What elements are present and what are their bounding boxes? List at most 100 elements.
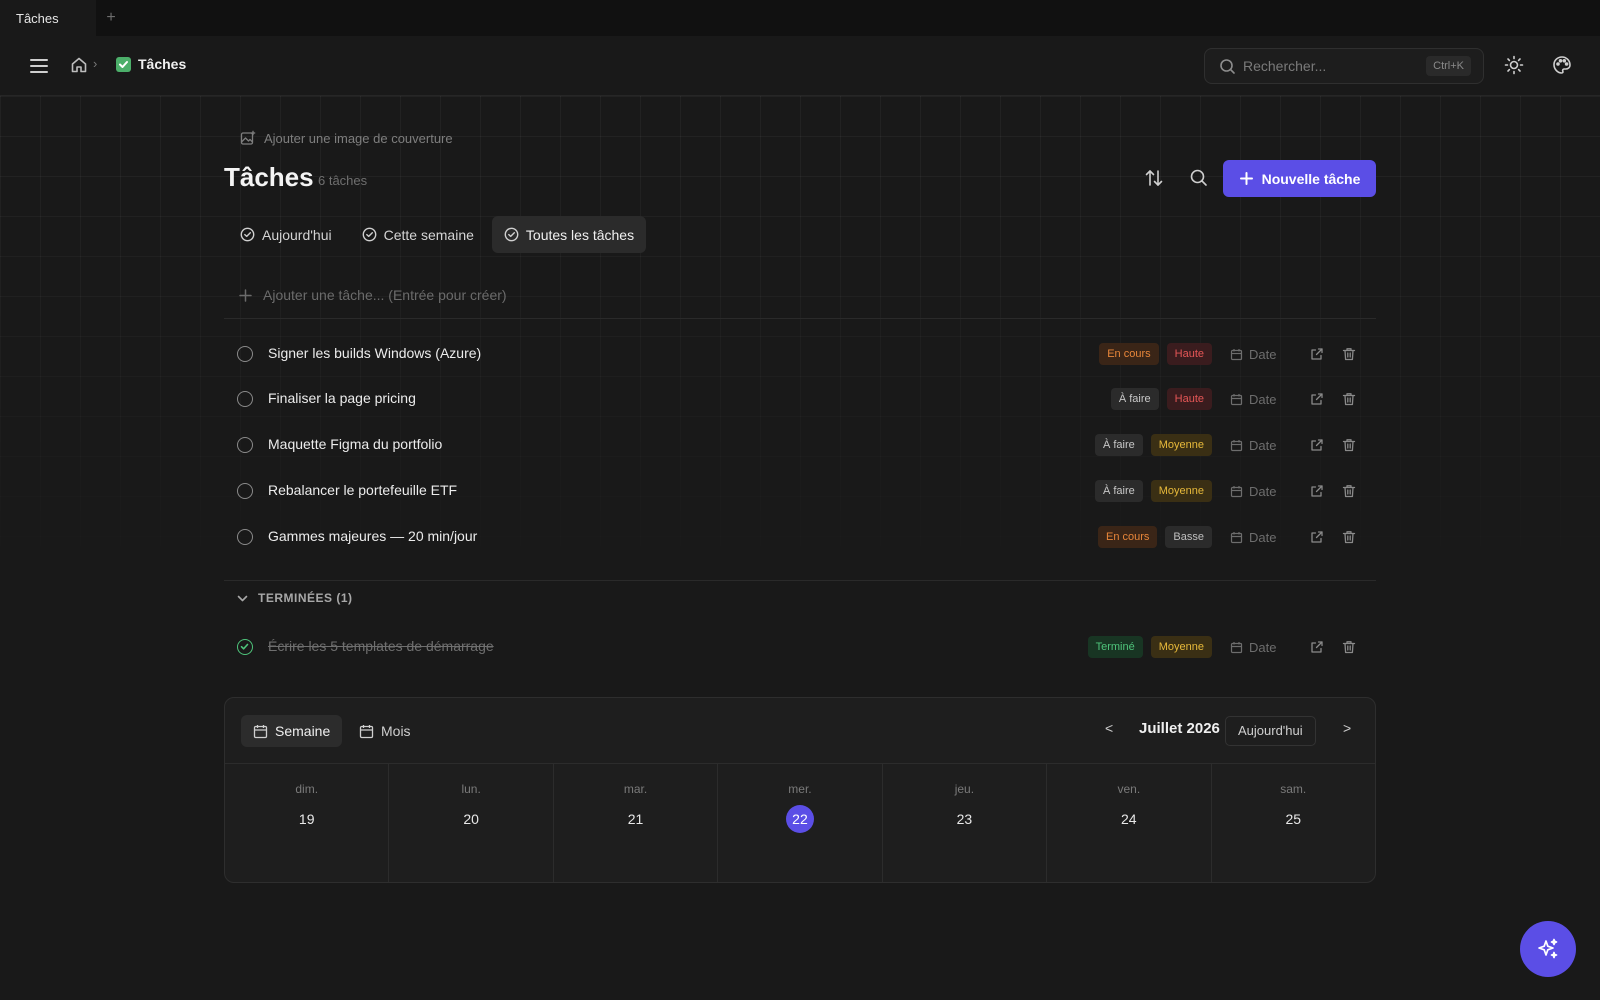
open-external-icon[interactable] — [1310, 392, 1324, 406]
divider — [224, 318, 1376, 319]
task-title[interactable]: Finaliser la page pricing — [268, 390, 416, 406]
sun-icon[interactable] — [1504, 55, 1524, 75]
task-meta: À faire Haute Date — [1110, 388, 1376, 410]
date-picker[interactable]: Date — [1230, 438, 1292, 453]
task-title[interactable]: Gammes majeures — 20 min/jour — [268, 528, 477, 544]
hamburger-icon[interactable] — [28, 55, 50, 77]
task-row[interactable]: Rebalancer le portefeuille ETF À faire M… — [224, 471, 1376, 511]
task-meta: Terminé Moyenne Date — [1087, 636, 1376, 658]
calendar-day-today[interactable]: mer. 22 — [718, 764, 883, 882]
task-row[interactable]: Gammes majeures — 20 min/jour En cours B… — [224, 517, 1376, 557]
status-badge[interactable]: À faire — [1094, 480, 1143, 502]
search-icon[interactable] — [1189, 168, 1208, 187]
sparkles-icon — [1536, 937, 1560, 961]
open-external-icon[interactable] — [1310, 347, 1324, 361]
task-title[interactable]: Écrire les 5 templates de démarrage — [268, 638, 494, 654]
calendar-day[interactable]: mar. 21 — [554, 764, 719, 882]
palette-icon[interactable] — [1552, 55, 1572, 75]
filter-tab-all[interactable]: Toutes les tâches — [491, 216, 647, 253]
status-badge[interactable]: En cours — [1099, 343, 1159, 365]
calendar-day[interactable]: dim. 19 — [225, 764, 390, 882]
task-row[interactable]: Finaliser la page pricing À faire Haute … — [224, 379, 1376, 419]
task-meta: En cours Basse Date — [1098, 526, 1376, 548]
day-number: 21 — [627, 811, 644, 827]
new-task-button[interactable]: Nouvelle tâche — [1223, 160, 1376, 197]
completed-section-toggle[interactable]: TERMINÉES (1) — [236, 591, 353, 605]
global-search[interactable]: Ctrl+K — [1204, 48, 1484, 84]
task-meta: À faire Moyenne Date — [1094, 434, 1376, 456]
calendar-days: dim. 19 lun. 20 mar. 21 mer. 22 jeu. 23 … — [225, 764, 1375, 882]
date-label: Date — [1249, 639, 1277, 655]
ai-assistant-button[interactable] — [1520, 921, 1576, 977]
priority-badge[interactable]: Moyenne — [1150, 434, 1212, 456]
calendar-day[interactable]: ven. 24 — [1047, 764, 1212, 882]
calendar-icon — [253, 724, 268, 739]
browser-tab[interactable]: Tâches — [0, 0, 96, 36]
task-row-completed[interactable]: Écrire les 5 templates de démarrage Term… — [224, 627, 1376, 667]
task-checkbox[interactable] — [237, 391, 253, 407]
task-checkbox-checked[interactable] — [237, 639, 253, 655]
calendar-prev-button[interactable]: < — [1105, 720, 1113, 736]
task-checkbox[interactable] — [237, 346, 253, 362]
home-icon[interactable] — [70, 56, 88, 74]
task-row[interactable]: Signer les builds Windows (Azure) En cou… — [224, 334, 1376, 374]
open-external-icon[interactable] — [1310, 530, 1324, 544]
search-input[interactable] — [1243, 49, 1413, 83]
filter-tab-week[interactable]: Cette semaine — [350, 216, 486, 253]
day-of-week: jeu. — [954, 782, 975, 796]
trash-icon[interactable] — [1342, 347, 1356, 361]
trash-icon[interactable] — [1342, 530, 1356, 544]
open-external-icon[interactable] — [1310, 640, 1324, 654]
add-cover-image-link[interactable]: Ajouter une image de couverture — [240, 130, 453, 146]
calendar-day[interactable]: lun. 20 — [389, 764, 554, 882]
add-task-input[interactable]: Ajouter une tâche... (Entrée pour créer) — [238, 287, 507, 303]
day-of-week: ven. — [1117, 782, 1141, 796]
task-meta: En cours Haute Date — [1099, 343, 1376, 365]
task-title[interactable]: Maquette Figma du portfolio — [268, 436, 442, 452]
calendar-day[interactable]: jeu. 23 — [883, 764, 1048, 882]
calendar-day[interactable]: sam. 25 — [1212, 764, 1375, 882]
task-title[interactable]: Rebalancer le portefeuille ETF — [268, 482, 457, 498]
task-row[interactable]: Maquette Figma du portfolio À faire Moye… — [224, 425, 1376, 465]
status-badge[interactable]: À faire — [1110, 388, 1159, 410]
filter-tab-today[interactable]: Aujourd'hui — [228, 216, 344, 253]
view-week-button[interactable]: Semaine — [241, 715, 343, 747]
priority-badge[interactable]: Basse — [1165, 526, 1212, 548]
priority-badge[interactable]: Moyenne — [1150, 480, 1212, 502]
date-picker[interactable]: Date — [1230, 347, 1292, 362]
new-task-label: Nouvelle tâche — [1261, 170, 1361, 187]
date-picker[interactable]: Date — [1230, 640, 1292, 655]
priority-badge[interactable]: Haute — [1166, 343, 1212, 365]
status-badge[interactable]: En cours — [1098, 526, 1158, 548]
date-picker[interactable]: Date — [1230, 484, 1292, 499]
view-month-label: Mois — [381, 723, 411, 739]
breadcrumb-separator: › — [93, 56, 98, 71]
task-checkbox[interactable] — [237, 483, 253, 499]
view-month-button[interactable]: Mois — [347, 715, 423, 747]
priority-badge[interactable]: Haute — [1166, 388, 1212, 410]
filter-tab-label: Aujourd'hui — [262, 226, 332, 243]
task-title[interactable]: Signer les builds Windows (Azure) — [268, 345, 481, 361]
date-picker[interactable]: Date — [1230, 530, 1292, 545]
trash-icon[interactable] — [1342, 438, 1356, 452]
new-tab-button[interactable]: + — [96, 0, 126, 36]
date-label: Date — [1249, 437, 1277, 453]
sort-icon[interactable] — [1144, 168, 1164, 188]
open-external-icon[interactable] — [1310, 438, 1324, 452]
calendar-next-button[interactable]: > — [1343, 720, 1351, 736]
status-badge[interactable]: Terminé — [1087, 636, 1143, 658]
task-checkbox[interactable] — [237, 529, 253, 545]
priority-badge[interactable]: Moyenne — [1150, 636, 1212, 658]
breadcrumb-current[interactable]: Tâches — [138, 56, 186, 72]
task-checkbox[interactable] — [237, 437, 253, 453]
calendar-today-button[interactable]: Aujourd'hui — [1225, 716, 1316, 746]
trash-icon[interactable] — [1342, 484, 1356, 498]
status-badge[interactable]: À faire — [1094, 434, 1143, 456]
trash-icon[interactable] — [1342, 392, 1356, 406]
calendar-month-label: Juillet 2026 — [1139, 720, 1220, 737]
day-of-week: sam. — [1280, 782, 1307, 796]
day-number: 19 — [298, 811, 315, 827]
trash-icon[interactable] — [1342, 640, 1356, 654]
date-picker[interactable]: Date — [1230, 392, 1292, 407]
open-external-icon[interactable] — [1310, 484, 1324, 498]
